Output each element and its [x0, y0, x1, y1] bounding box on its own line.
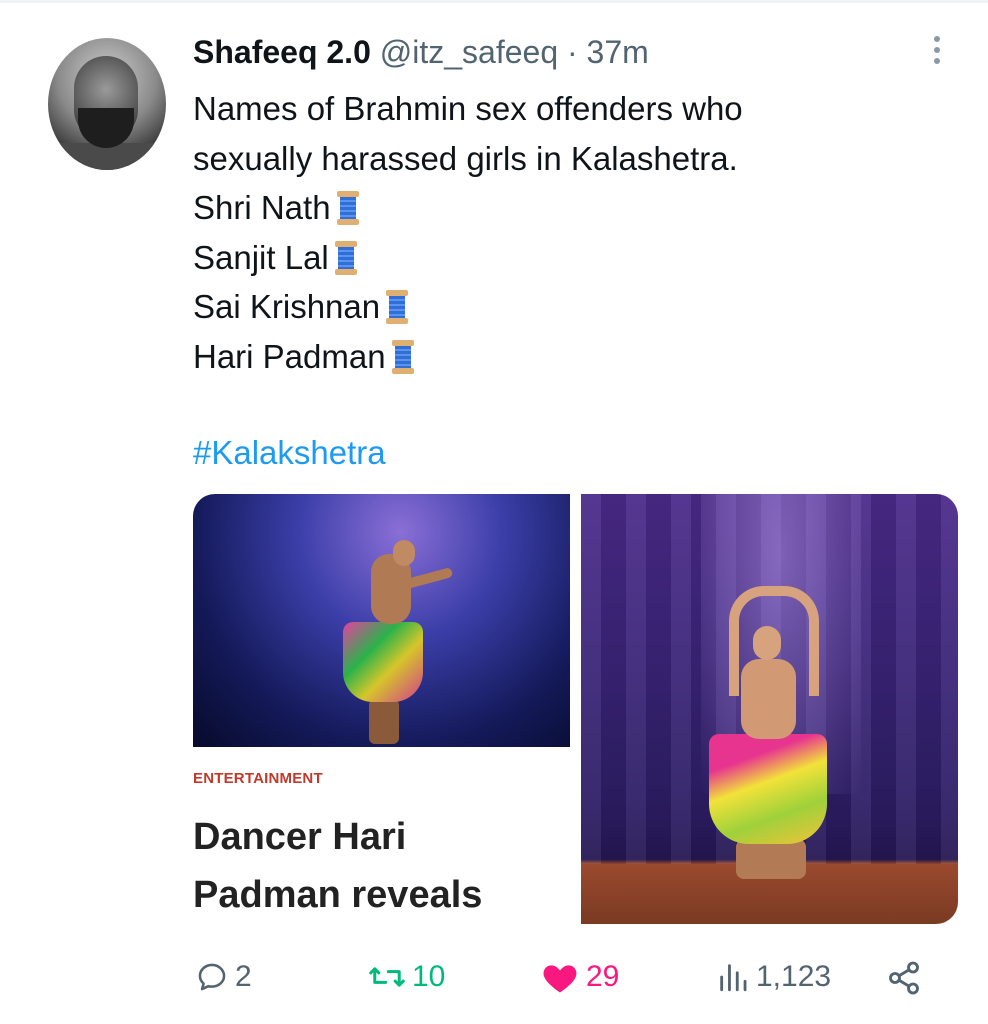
spool-of-thread-icon — [336, 191, 359, 225]
share-icon — [886, 960, 922, 996]
reply-count: 2 — [235, 960, 252, 993]
tweet-line-name: Shri Nath — [193, 183, 743, 233]
media-grid: ENTERTAINMENT Dancer Hari Padman reveals — [193, 494, 958, 924]
media-item-article-screenshot[interactable]: ENTERTAINMENT Dancer Hari Padman reveals — [193, 494, 570, 924]
dancer-legs — [369, 699, 399, 744]
views-icon — [716, 960, 750, 994]
spool-of-thread-icon — [334, 240, 357, 275]
spool-of-thread-icon — [386, 290, 409, 324]
tweet-header: Shafeeq 2.0 @itz_safeeq · 37m — [193, 34, 649, 71]
avatar-beard — [78, 108, 134, 148]
article-headline: Dancer Hari Padman reveals — [193, 816, 483, 916]
hashtag-link[interactable]: #Kalakshetra — [193, 434, 386, 472]
action-bar: 2 10 29 1,123 — [0, 948, 988, 1008]
top-divider — [0, 0, 988, 3]
tweet-text: Names of Brahmin sex offenders who sexua… — [193, 84, 743, 381]
retweet-icon — [368, 960, 406, 994]
article-category: ENTERTAINMENT — [193, 770, 323, 787]
dancer-skirt — [709, 734, 827, 844]
spool-of-thread-icon — [391, 339, 414, 374]
views-button[interactable]: 1,123 — [716, 960, 831, 994]
tweet-line: sexually harassed girls in Kalashetra. — [193, 139, 738, 177]
dancer-head — [393, 540, 415, 566]
name-text: Sanjit Lal — [193, 238, 329, 276]
tweet-line-name: Sai Krishnan — [193, 282, 743, 332]
name-text: Hari Padman — [193, 337, 386, 375]
reply-button[interactable]: 2 — [195, 960, 252, 994]
tweet-line-name: Sanjit Lal — [193, 233, 743, 283]
dancer-feet — [736, 839, 806, 879]
author-handle[interactable]: @itz_safeeq — [380, 34, 558, 70]
share-button[interactable] — [886, 960, 928, 996]
like-button[interactable]: 29 — [540, 960, 619, 994]
dancer-head — [753, 626, 781, 660]
dancer-photo-stage — [193, 494, 570, 747]
dancer-skirt — [343, 622, 423, 702]
author-name[interactable]: Shafeeq 2.0 — [193, 34, 371, 70]
avatar[interactable] — [48, 38, 166, 170]
media-item-dancer-photo[interactable] — [581, 494, 958, 924]
heart-icon — [540, 960, 580, 994]
tweet-line: Names of Brahmin sex offenders who — [193, 90, 743, 127]
name-text: Sai Krishnan — [193, 288, 381, 325]
retweet-count: 10 — [412, 960, 446, 993]
name-text: Shri Nath — [193, 189, 331, 226]
separator-dot: · — [567, 34, 578, 70]
retweet-button[interactable]: 10 — [368, 960, 445, 994]
views-count: 1,123 — [756, 960, 832, 993]
more-options-icon[interactable] — [930, 36, 944, 70]
tweet-line-name: Hari Padman — [193, 332, 743, 382]
like-count: 29 — [586, 960, 620, 993]
reply-icon — [195, 960, 229, 994]
tweet-time[interactable]: 37m — [587, 34, 649, 70]
